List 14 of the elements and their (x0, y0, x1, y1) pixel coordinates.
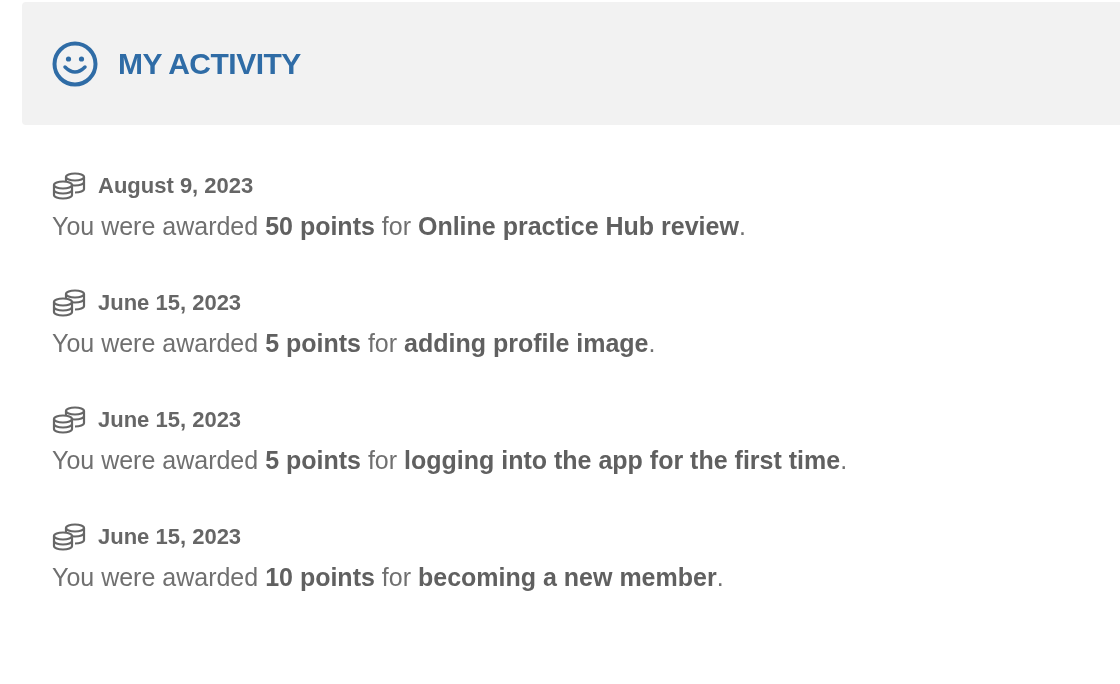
coins-icon (52, 288, 86, 317)
activity-date: June 15, 2023 (98, 523, 242, 551)
activity-description: You were awarded 50 points for Online practice Hub review. (52, 211, 747, 242)
coins-icon (52, 171, 86, 200)
activity-date: August 9, 2023 (98, 172, 254, 200)
activity-description: You were awarded 5 points for logging into the app for the first time. (52, 445, 849, 476)
section-title: MY ACTIVITY (118, 46, 301, 82)
activity-description: You were awarded 5 points for adding profile image. (52, 328, 657, 359)
coins-icon (52, 522, 86, 551)
activity-date: June 15, 2023 (98, 406, 242, 434)
activity-date: June 15, 2023 (98, 289, 242, 317)
activity-description: You were awarded 10 points for becoming a new member. (52, 562, 725, 593)
smiley-icon (52, 40, 98, 87)
coins-icon (52, 405, 86, 434)
